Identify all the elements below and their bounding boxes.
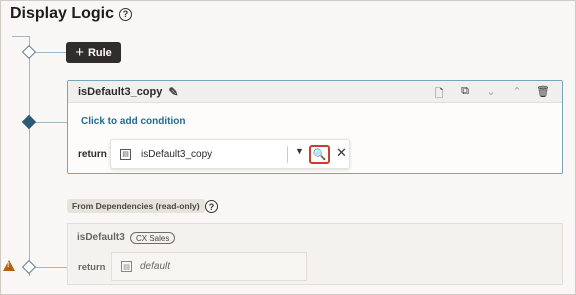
connector-line: [34, 52, 66, 53]
dependency-return-value: default: [140, 261, 171, 272]
field-icon: ▤: [120, 148, 131, 160]
connector-line: [34, 122, 67, 123]
plus-icon: +: [75, 44, 84, 61]
trash-icon[interactable]: 🗑: [536, 85, 550, 104]
chevron-down-icon[interactable]: ⌄: [484, 85, 498, 104]
dependency-return-label: return: [78, 262, 106, 273]
return-expression-value: isDefault3_copy: [141, 148, 213, 160]
document-icon[interactable]: 🗋: [432, 85, 446, 104]
question-circle-icon[interactable]: ?: [119, 7, 133, 21]
add-rule-label: Rule: [87, 46, 112, 59]
question-circle-icon[interactable]: ?: [205, 200, 218, 213]
pencil-icon[interactable]: ✎: [168, 85, 178, 99]
dependency-tag: CX Sales: [130, 232, 176, 244]
page-title: Display Logic ?: [10, 5, 133, 23]
connector-line: [12, 36, 29, 37]
return-label: return: [78, 149, 107, 160]
caret-down-icon[interactable]: ▼: [295, 146, 304, 156]
copy-icon[interactable]: ⧉: [458, 85, 472, 104]
dependency-name: isDefault3: [77, 232, 125, 243]
dependency-return-field: ▤ default: [111, 252, 307, 281]
return-expression-field[interactable]: ▤ isDefault3_copy ▼ 🔍 ✕: [110, 139, 350, 169]
warning-exclamation: !: [7, 262, 10, 269]
add-rule-button[interactable]: + Rule: [66, 42, 121, 63]
add-condition-link[interactable]: Click to add condition: [81, 116, 185, 127]
dependency-card: isDefault3 CX Sales return ▤ default: [67, 223, 563, 285]
connector-line: [29, 36, 30, 276]
connector-line: [34, 267, 67, 268]
document-search-icon[interactable]: 🔍: [309, 145, 330, 164]
close-icon[interactable]: ✕: [336, 145, 347, 161]
rule-card: isDefault3_copy ✎ 🗋 ⧉ ⌄ ⌃ 🗑 Click to add…: [67, 80, 563, 174]
chevron-up-icon[interactable]: ⌃: [510, 85, 524, 104]
rule-card-actions: 🗋 ⧉ ⌄ ⌃ 🗑: [432, 85, 550, 104]
field-icon: ▤: [121, 261, 132, 272]
dependencies-badge: From Dependencies (read-only): [67, 199, 205, 213]
rule-name: isDefault3_copy: [78, 85, 163, 98]
expression-divider: [287, 146, 288, 163]
page-title-text: Display Logic: [10, 5, 115, 22]
